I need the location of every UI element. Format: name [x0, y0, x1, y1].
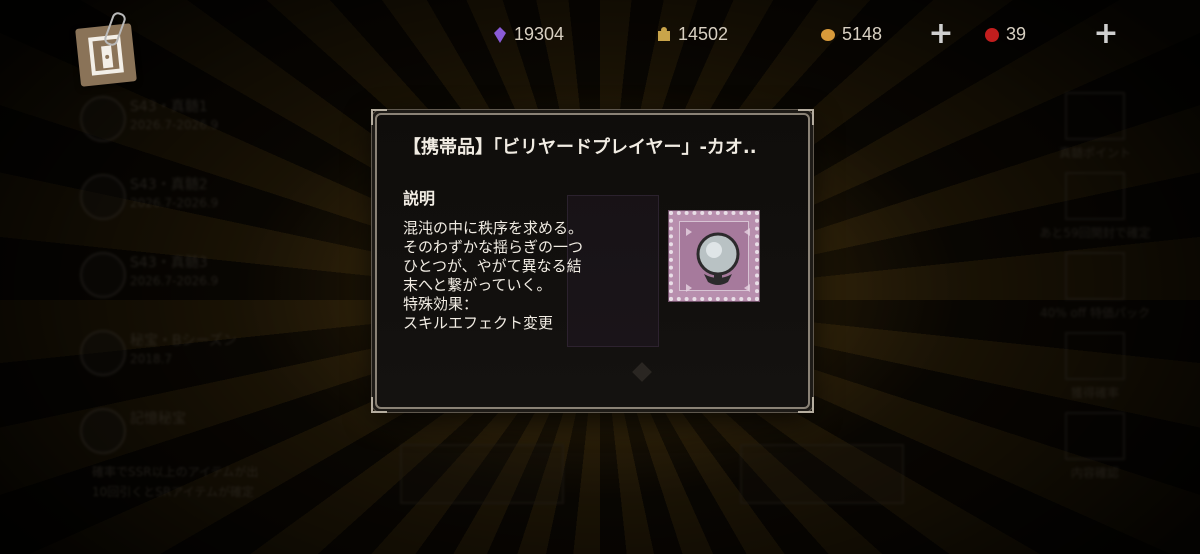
- crystal-amount: 19304: [514, 24, 565, 44]
- description-line: スキルエフェクト変更: [403, 314, 554, 332]
- frame-corner: [371, 397, 387, 413]
- description-line: 混沌の中に秩序を求める。: [403, 219, 584, 237]
- back-button[interactable]: [72, 10, 142, 87]
- currency-crystal: 19304: [492, 24, 564, 45]
- add-seal-button[interactable]: +: [1093, 19, 1119, 49]
- bell-coin-icon: [821, 28, 835, 41]
- frame-corner: [371, 109, 387, 125]
- frame-corner: [798, 397, 814, 413]
- description-line: ひとつが、やがて異なる結: [403, 257, 582, 275]
- purple-crystal-icon: [494, 26, 506, 43]
- description-line: 末へと繋がっていく。: [403, 276, 552, 294]
- item-detail-modal: 【携帯品】「ビリヤードプレイヤー」-カオ.. 説明 混沌の中に秩序を求める。 そ…: [371, 109, 814, 413]
- red-seal-icon: [985, 27, 999, 42]
- description-line: 特殊効果：: [403, 295, 479, 313]
- bell-amount: 5148: [842, 24, 883, 44]
- crystal-ball-stamp-icon: [669, 211, 759, 301]
- puzzle-piece-icon: [658, 26, 670, 41]
- decorative-diamond: [632, 362, 652, 382]
- description-line: そのわずかな揺らぎの一つ: [403, 238, 584, 256]
- item-title: 【携帯品】「ビリヤードプレイヤー」-カオ..: [403, 137, 757, 158]
- seal-amount: 39: [1006, 24, 1027, 44]
- currency-seal: 39: [984, 24, 1026, 45]
- add-bell-button[interactable]: +: [928, 19, 954, 49]
- description-heading: 説明: [403, 189, 436, 208]
- frame-corner: [798, 109, 814, 125]
- currency-bell: 5148: [820, 24, 882, 45]
- item-description: 混沌の中に秩序を求める。 そのわずかな揺らぎの一つ ひとつが、やがて異なる結 末…: [403, 219, 653, 333]
- currency-puzzle: 14502: [656, 24, 728, 45]
- puzzle-amount: 14502: [678, 24, 729, 44]
